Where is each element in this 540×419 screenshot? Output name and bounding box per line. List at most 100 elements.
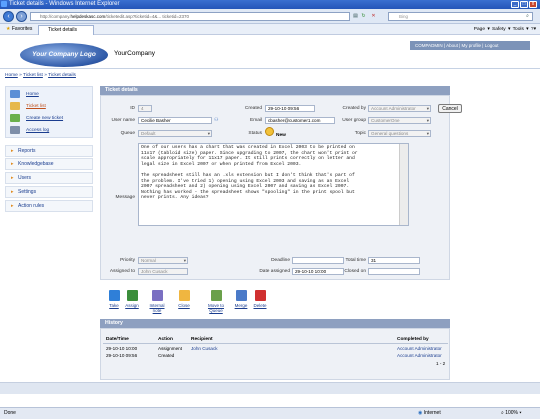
company-logo: Your Company Logo: [20, 43, 108, 67]
user-group-select[interactable]: CustomerOne: [368, 117, 431, 124]
queue-label: Queue: [120, 131, 135, 136]
sidebar-item-label: Access log: [26, 128, 50, 133]
total-time-field[interactable]: 31: [368, 257, 420, 264]
email-field[interactable]: cbasher@customer1.com: [265, 117, 335, 124]
history-row-1-recipient[interactable]: John Cusack: [191, 346, 218, 351]
id-label: ID: [130, 106, 135, 111]
section-label: Users: [18, 175, 32, 181]
tab-label: Ticket details: [48, 27, 77, 33]
search-icon[interactable]: ⌕: [524, 13, 531, 20]
history-row-1-completed-by[interactable]: Account Administrator: [397, 346, 442, 351]
favorites-button[interactable]: ★ Favorites: [6, 24, 32, 35]
col-action: Action: [158, 337, 173, 342]
sidebar-section-users[interactable]: Users: [5, 172, 93, 184]
sidebar-section-reports[interactable]: Reports: [5, 145, 93, 157]
sidebar-item-create-ticket[interactable]: Create new ticket: [10, 114, 63, 123]
status-value: New: [276, 133, 286, 138]
history-row-2-datetime: 29-10-10 09:56: [106, 353, 138, 358]
date-assigned-label: Date assigned: [259, 269, 290, 274]
created-by-select[interactable]: Account Administrator: [368, 105, 431, 112]
topic-select[interactable]: General questions: [368, 130, 431, 137]
header-divider: [0, 68, 540, 69]
assign-button[interactable]: Assign: [120, 290, 144, 308]
action-label: Close: [178, 303, 190, 308]
sidebar-section-knowledgebase[interactable]: Knowledgebase: [5, 158, 93, 170]
close-window-button[interactable]: x: [529, 1, 537, 8]
assign-icon: [126, 290, 138, 301]
search-input[interactable]: Bing: [388, 12, 533, 21]
col-recipient: Recipient: [191, 337, 213, 342]
sidebar-item-label: Create new ticket: [26, 116, 64, 121]
sidebar-item-label: Home: [26, 92, 39, 97]
url-host: helpdeskasc.com: [70, 14, 106, 19]
message-label: Message: [115, 195, 135, 200]
compatibility-icon[interactable]: ▤: [352, 13, 359, 20]
status-new-icon: [265, 127, 274, 136]
created-by-label: Created by: [342, 106, 366, 111]
merge-icon: [235, 290, 247, 301]
sidebar-item-ticket-list[interactable]: Ticket list: [10, 102, 46, 111]
priority-label: Priority: [120, 258, 135, 263]
minimize-button[interactable]: _: [511, 1, 519, 8]
action-label: Take: [109, 303, 119, 308]
cancel-button[interactable]: Cancel: [438, 104, 462, 113]
breadcrumb-ticket-list[interactable]: Ticket list: [23, 73, 43, 78]
sidebar-section-action-rules[interactable]: Action rules: [5, 200, 93, 212]
sidebar-item-home[interactable]: Home: [10, 90, 39, 99]
close-ticket-button[interactable]: Close: [172, 290, 196, 308]
history-row-2-action: Created: [158, 353, 175, 358]
zoom-level: 100%: [505, 410, 518, 416]
url-input[interactable]: http://company.helpdeskasc.com/ticketedi…: [30, 12, 350, 21]
ie-app-icon: [1, 1, 7, 7]
sidebar-item-label: Ticket list: [26, 104, 46, 109]
user-name-field[interactable]: Cecilie Basher: [138, 117, 212, 124]
refresh-icon[interactable]: ↻: [360, 13, 367, 20]
move-to-queue-button[interactable]: Move to Queue: [201, 290, 231, 313]
topic-label: Topic: [354, 131, 366, 136]
zoom-icon: ⌕: [501, 410, 504, 416]
folder-icon: [178, 290, 190, 301]
zoom-control[interactable]: ⌕ 100% ▾: [501, 408, 522, 419]
history-row-1-action: Assignment: [158, 346, 183, 351]
back-icon[interactable]: ‹: [3, 11, 14, 22]
action-label: Internal note: [149, 303, 165, 313]
forward-icon[interactable]: ›: [16, 11, 27, 22]
star-icon: ★: [6, 26, 11, 32]
user-group-label: User group: [342, 118, 366, 123]
take-icon: [108, 290, 120, 301]
breadcrumb: Home » Ticket list » Ticket details: [5, 73, 76, 78]
zone-label: Internet: [423, 410, 441, 416]
stop-icon[interactable]: ✕: [370, 13, 377, 20]
col-datetime: Date/Time: [106, 337, 129, 342]
message-scrollbar[interactable]: [399, 144, 408, 225]
closed-on-field[interactable]: [368, 268, 420, 275]
note-icon: [151, 290, 163, 301]
created-field[interactable]: 29-10-10 09:56: [265, 105, 315, 112]
internal-note-button[interactable]: Internal note: [145, 290, 169, 313]
breadcrumb-ticket-details[interactable]: Ticket details: [48, 73, 76, 78]
window-titlebar: Ticket details - Windows Internet Explor…: [0, 0, 540, 9]
access-log-icon: [10, 126, 20, 134]
browser-tab[interactable]: Ticket details: [38, 25, 94, 35]
history-row-2-completed-by[interactable]: Account Administrator: [397, 353, 442, 358]
user-name-label: User name: [111, 118, 135, 123]
message-textarea[interactable]: One of our users has a chart that was cr…: [138, 143, 409, 226]
globe-icon: ◉: [418, 410, 423, 416]
action-label: Move to Queue: [207, 303, 224, 313]
sidebar-quicklinks: Home Ticket list Create new ticket Acces…: [5, 86, 93, 138]
priority-select[interactable]: Normal: [138, 257, 188, 264]
action-label: Assign: [125, 303, 139, 308]
maximize-button[interactable]: □: [520, 1, 528, 8]
history-pager[interactable]: 1 - 2: [436, 361, 445, 366]
favorites-bar: ★ Favorites Ticket details Page ▾ Safety…: [0, 24, 540, 35]
ie-command-bar[interactable]: Page ▾ Safety ▾ Tools ▾ ?▾: [474, 24, 536, 35]
queue-select[interactable]: Default: [138, 130, 212, 137]
breadcrumb-home[interactable]: Home: [5, 73, 18, 78]
user-lookup-icon[interactable]: ⚇: [214, 117, 218, 123]
delete-button[interactable]: Delete: [248, 290, 272, 308]
top-nav[interactable]: COMPADMIN | About | My profile | Logout: [410, 41, 530, 50]
sidebar-item-access-log[interactable]: Access log: [10, 126, 49, 135]
sidebar-section-settings[interactable]: Settings: [5, 186, 93, 198]
section-label: Settings: [18, 189, 37, 195]
page-footer: [0, 382, 540, 394]
